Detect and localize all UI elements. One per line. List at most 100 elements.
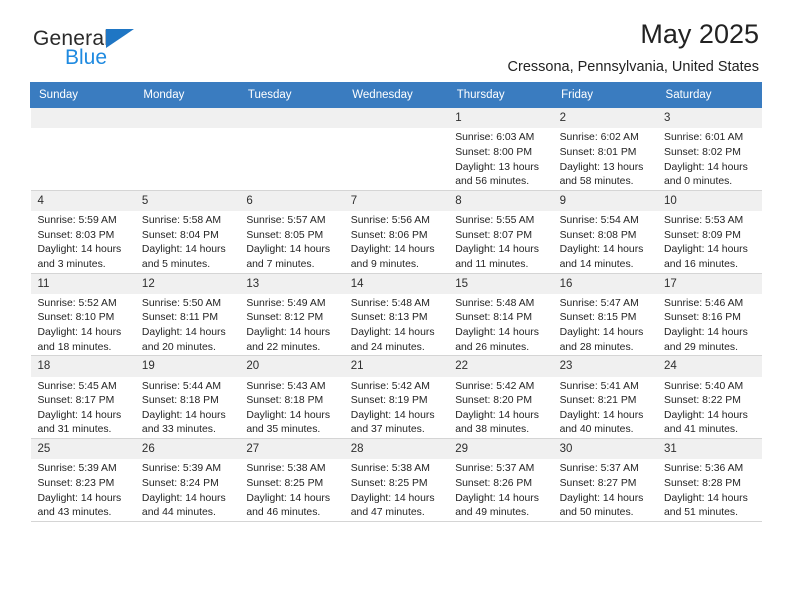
day-cell[interactable]: 3 Sunrise: 6:01 AM Sunset: 8:02 PM Daylight… xyxy=(657,107,762,191)
day-cell[interactable]: 15 Sunrise: 5:48 AM Sunset: 8:14 PM Dayligh… xyxy=(448,272,553,357)
day-cell[interactable]: 20 Sunrise: 5:43 AM Sunset: 8:18 PM Dayligh… xyxy=(239,355,344,439)
day-number: 27 xyxy=(239,439,344,460)
daylight-text: Daylight: 14 hours xyxy=(455,492,539,504)
day-cell[interactable]: 21 Sunrise: 5:42 AM Sunset: 8:19 PM Dayligh… xyxy=(343,355,449,439)
day-number: 7 xyxy=(343,190,449,212)
daylight-text: and 49 minutes. xyxy=(455,507,530,519)
sunset-text: Sunset: 8:18 PM xyxy=(246,395,324,407)
daylight-text: and 24 minutes. xyxy=(350,341,425,353)
day-details: Sunrise: 5:44 AM Sunset: 8:18 PM Daylight:… xyxy=(135,377,239,438)
day-details: Sunrise: 5:47 AM Sunset: 8:15 PM Daylight:… xyxy=(553,294,657,355)
day-cell[interactable]: 6 Sunrise: 5:57 AM Sunset: 8:05 PM Daylight… xyxy=(239,189,344,274)
daylight-text: and 51 minutes. xyxy=(664,507,738,519)
daylight-text: Daylight: 14 hours xyxy=(37,409,122,421)
day-cell[interactable]: 23 Sunrise: 5:41 AM Sunset: 8:21 PM Dayligh… xyxy=(552,355,658,439)
day-cell[interactable]: 30 Sunrise: 5:37 AM Sunset: 8:27 PM Dayligh… xyxy=(552,438,658,522)
sunset-text: Sunset: 8:17 PM xyxy=(37,395,115,407)
day-cell[interactable]: 14 Sunrise: 5:48 AM Sunset: 8:13 PM Dayligh… xyxy=(343,272,449,357)
day-number: 12 xyxy=(134,273,240,294)
day-cell[interactable]: 25 Sunrise: 5:39 AM Sunset: 8:23 PM Dayligh… xyxy=(30,438,135,522)
daylight-text: Daylight: 14 hours xyxy=(246,409,331,421)
day-cell[interactable]: 12 Sunrise: 5:50 AM Sunset: 8:11 PM Dayligh… xyxy=(134,272,240,357)
day-number: 6 xyxy=(239,190,344,212)
daylight-text: and 5 minutes. xyxy=(141,258,211,270)
sunset-text: Sunset: 8:15 PM xyxy=(559,312,637,324)
day-cell[interactable]: 16 Sunrise: 5:47 AM Sunset: 8:15 PM Dayligh… xyxy=(552,272,658,357)
brand-name-blue: Blue xyxy=(65,46,108,69)
day-cell[interactable]: 24 Sunrise: 5:40 AM Sunset: 8:22 PM Dayligh… xyxy=(657,355,762,439)
triangle-icon xyxy=(106,29,134,48)
day-cell[interactable]: 18 Sunrise: 5:45 AM Sunset: 8:17 PM Dayligh… xyxy=(30,355,135,439)
day-cell[interactable]: 9 Sunrise: 5:54 AM Sunset: 8:08 PM Daylight… xyxy=(552,189,658,274)
day-cell[interactable]: 29 Sunrise: 5:37 AM Sunset: 8:26 PM Dayligh… xyxy=(448,438,553,522)
daylight-text: and 11 minutes. xyxy=(455,258,529,270)
day-details: Sunrise: 5:38 AM Sunset: 8:25 PM Daylight:… xyxy=(239,459,343,520)
day-cell-empty xyxy=(239,107,344,191)
day-number: 20 xyxy=(239,356,344,377)
day-cell[interactable]: 1 Sunrise: 6:03 AM Sunset: 8:00 PM Daylight… xyxy=(448,107,553,191)
weekday-header-monday: Monday xyxy=(134,82,240,108)
day-cell[interactable]: 8 Sunrise: 5:55 AM Sunset: 8:07 PM Daylight… xyxy=(448,189,553,274)
sunset-text: Sunset: 8:19 PM xyxy=(350,395,428,407)
daylight-text: Daylight: 14 hours xyxy=(559,409,644,421)
daylight-text: and 33 minutes. xyxy=(141,424,216,436)
day-cell[interactable]: 10 Sunrise: 5:53 AM Sunset: 8:09 PM Dayligh… xyxy=(657,189,762,274)
daylight-text: Daylight: 14 hours xyxy=(455,327,539,339)
daylight-text: Daylight: 14 hours xyxy=(664,409,748,421)
daylight-text: Daylight: 14 hours xyxy=(559,327,644,339)
day-number xyxy=(30,108,135,129)
daylight-text: and 43 minutes. xyxy=(37,507,112,519)
day-details: Sunrise: 6:03 AM Sunset: 8:00 PM Daylight:… xyxy=(448,128,552,189)
day-number: 24 xyxy=(657,356,762,377)
day-details: Sunrise: 5:41 AM Sunset: 8:21 PM Daylight:… xyxy=(553,377,657,438)
day-cell[interactable]: 28 Sunrise: 5:38 AM Sunset: 8:25 PM Dayligh… xyxy=(343,438,449,522)
weekday-header-thursday: Thursday xyxy=(447,82,554,108)
sunrise-text: Sunrise: 5:48 AM xyxy=(455,297,535,309)
daylight-text: Daylight: 14 hours xyxy=(350,409,435,421)
day-cell-empty xyxy=(343,107,449,191)
day-cell[interactable]: 11 Sunrise: 5:52 AM Sunset: 8:10 PM Dayligh… xyxy=(30,272,135,357)
day-cell[interactable]: 17 Sunrise: 5:46 AM Sunset: 8:16 PM Dayligh… xyxy=(657,272,762,357)
day-cell[interactable]: 19 Sunrise: 5:44 AM Sunset: 8:18 PM Dayligh… xyxy=(134,355,240,439)
day-cell[interactable]: 7 Sunrise: 5:56 AM Sunset: 8:06 PM Daylight… xyxy=(343,189,449,274)
sunrise-text: Sunrise: 6:03 AM xyxy=(455,132,535,144)
day-details: Sunrise: 5:55 AM Sunset: 8:07 PM Daylight:… xyxy=(448,211,552,272)
day-cell[interactable]: 22 Sunrise: 5:42 AM Sunset: 8:20 PM Dayligh… xyxy=(448,355,553,439)
day-cell[interactable]: 2 Sunrise: 6:02 AM Sunset: 8:01 PM Daylight… xyxy=(552,107,658,191)
daylight-text: and 29 minutes. xyxy=(664,341,738,353)
day-number: 13 xyxy=(239,273,344,294)
day-cell[interactable]: 4 Sunrise: 5:59 AM Sunset: 8:03 PM Daylight… xyxy=(30,189,135,274)
sunset-text: Sunset: 8:14 PM xyxy=(455,312,533,324)
day-number: 29 xyxy=(448,439,553,460)
sunset-text: Sunset: 8:20 PM xyxy=(455,395,533,407)
day-number: 26 xyxy=(134,439,240,460)
day-number: 8 xyxy=(448,190,553,212)
day-details: Sunrise: 5:46 AM Sunset: 8:16 PM Daylight:… xyxy=(657,294,761,355)
sunrise-text: Sunrise: 5:42 AM xyxy=(455,380,535,392)
sunset-text: Sunset: 8:11 PM xyxy=(141,312,218,324)
day-details: Sunrise: 5:37 AM Sunset: 8:27 PM Daylight:… xyxy=(553,459,657,520)
sunrise-text: Sunrise: 5:40 AM xyxy=(664,380,744,392)
day-cell[interactable]: 27 Sunrise: 5:38 AM Sunset: 8:25 PM Dayligh… xyxy=(239,438,344,522)
day-details: Sunrise: 5:50 AM Sunset: 8:11 PM Daylight:… xyxy=(135,294,239,355)
day-cell[interactable]: 26 Sunrise: 5:39 AM Sunset: 8:24 PM Dayligh… xyxy=(134,438,240,522)
day-cell[interactable]: 5 Sunrise: 5:58 AM Sunset: 8:04 PM Daylight… xyxy=(134,189,240,274)
daylight-text: and 18 minutes. xyxy=(37,341,112,353)
daylight-text: Daylight: 14 hours xyxy=(141,492,226,504)
sunset-text: Sunset: 8:00 PM xyxy=(455,146,533,158)
day-cell[interactable]: 31 Sunrise: 5:36 AM Sunset: 8:28 PM Dayligh… xyxy=(657,438,762,522)
daylight-text: Daylight: 14 hours xyxy=(246,244,331,256)
sunset-text: Sunset: 8:28 PM xyxy=(664,477,741,489)
daylight-text: Daylight: 14 hours xyxy=(141,409,226,421)
sunset-text: Sunset: 8:12 PM xyxy=(246,312,324,324)
sunset-text: Sunset: 8:08 PM xyxy=(559,229,637,241)
daylight-text: Daylight: 14 hours xyxy=(246,492,331,504)
day-details xyxy=(31,128,135,131)
daylight-text: Daylight: 14 hours xyxy=(664,161,748,173)
daylight-text: Daylight: 14 hours xyxy=(141,244,226,256)
sunset-text: Sunset: 8:13 PM xyxy=(350,312,428,324)
day-number: 18 xyxy=(30,356,135,377)
day-details: Sunrise: 5:40 AM Sunset: 8:22 PM Daylight:… xyxy=(657,377,761,438)
day-cell[interactable]: 13 Sunrise: 5:49 AM Sunset: 8:12 PM Dayligh… xyxy=(239,272,344,357)
day-details: Sunrise: 5:36 AM Sunset: 8:28 PM Daylight:… xyxy=(657,459,761,520)
